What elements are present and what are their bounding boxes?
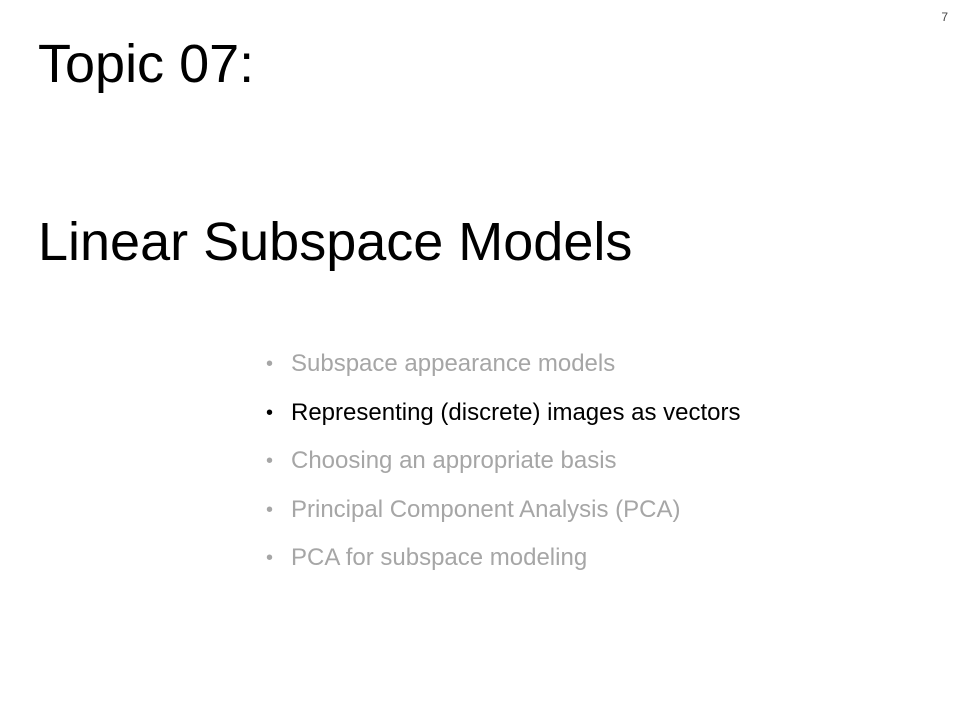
slide-number: 7: [941, 10, 948, 24]
agenda-item: • Subspace appearance models: [266, 344, 741, 393]
slide: 7 Topic 07: Linear Subspace Models • Sub…: [0, 0, 960, 720]
agenda-item-label: Principal Component Analysis (PCA): [291, 495, 681, 523]
bullet-icon: •: [266, 353, 274, 375]
bullet-icon: •: [266, 498, 274, 521]
agenda-item: • PCA for subspace modeling: [266, 538, 741, 587]
agenda-list: • Subspace appearance models • Represent…: [266, 344, 741, 587]
agenda-item-label: Representing (discrete) images as vector…: [291, 398, 741, 426]
bullet-icon: •: [266, 547, 274, 569]
bullet-icon: •: [266, 401, 274, 424]
bullet-icon: •: [266, 450, 274, 472]
slide-title-main: Linear Subspace Models: [38, 212, 633, 272]
slide-title-topic: Topic 07:: [38, 34, 255, 94]
agenda-item-label: Subspace appearance models: [291, 350, 616, 377]
agenda-item-label: PCA for subspace modeling: [291, 544, 588, 571]
agenda-item: • Representing (discrete) images as vect…: [266, 393, 741, 442]
agenda-item: • Choosing an appropriate basis: [266, 441, 741, 490]
agenda-item-label: Choosing an appropriate basis: [291, 447, 617, 474]
agenda-item: • Principal Component Analysis (PCA): [266, 490, 741, 539]
